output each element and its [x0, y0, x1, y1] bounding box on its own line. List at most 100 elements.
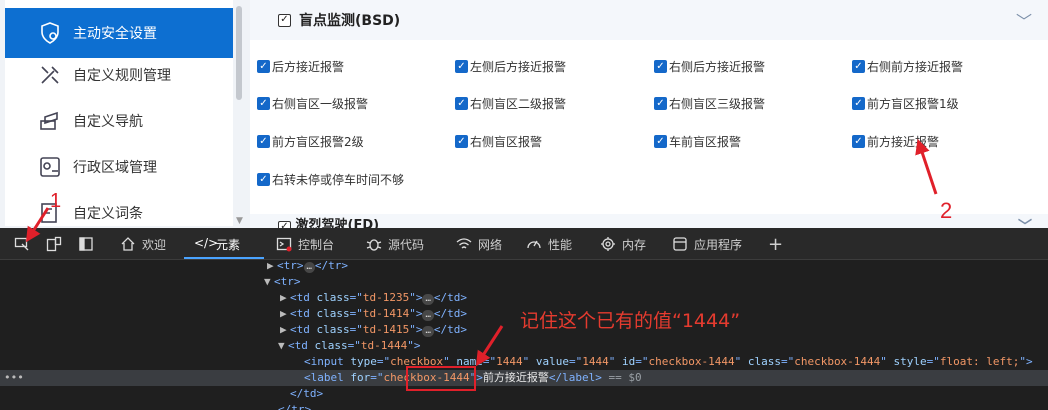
- option-checkbox-item[interactable]: ✓ 右侧后方接近报警: [654, 57, 765, 75]
- option-checkbox-item[interactable]: ✓ 右侧前方接近报警: [852, 57, 963, 75]
- tab-application[interactable]: 应用程序: [672, 234, 742, 254]
- rule-tools-icon: [37, 62, 63, 88]
- expand-triangle-icon[interactable]: ▶: [280, 290, 290, 306]
- expand-triangle-icon[interactable]: ▶: [280, 306, 290, 322]
- dom-node[interactable]: ▶ <tr>… </tr>: [0, 258, 1048, 274]
- checkbox-checked-icon[interactable]: ✓: [257, 96, 270, 110]
- app-icon: [673, 237, 687, 251]
- checkbox-checked-icon[interactable]: ✓: [257, 134, 270, 148]
- option-checkbox-item[interactable]: ✓ 右侧盲区报警: [455, 132, 542, 150]
- option-checkbox-item[interactable]: ✓ 右侧盲区一级报警: [257, 94, 368, 112]
- checkbox-checked-icon[interactable]: ✓: [852, 59, 865, 73]
- checkbox-checked-icon[interactable]: ✓: [455, 96, 468, 110]
- option-checkbox-item[interactable]: ✓ 左侧后方接近报警: [455, 57, 566, 75]
- sidebar-item-rules[interactable]: 自定义规则管理: [5, 52, 233, 98]
- tab-memory[interactable]: 内存: [600, 234, 646, 254]
- ellipsis-icon[interactable]: …: [422, 326, 434, 337]
- dom-node[interactable]: </tr>: [0, 402, 1048, 410]
- dom-node-input[interactable]: <input type="checkbox" name="1444" value…: [0, 354, 1048, 370]
- collapse-triangle-icon[interactable]: ▼: [278, 338, 288, 354]
- option-label: 后方接近报警: [272, 59, 345, 74]
- option-label: 右侧盲区三级报警: [669, 96, 766, 111]
- bug-icon: [366, 239, 382, 251]
- tab-console[interactable]: 控制台: [276, 234, 334, 254]
- shield-gear-icon: [37, 20, 63, 46]
- option-checkbox-item[interactable]: ✓ 前方盲区报警2级: [257, 132, 364, 150]
- checkbox-checked-icon[interactable]: ✓: [257, 59, 270, 73]
- dom-tree[interactable]: ▶ <tr>… </tr> ▼ <tr> ▶ <td class="td-1235">……: [0, 258, 1048, 410]
- option-checkbox-item[interactable]: ✓ 右转未停或停车时间不够: [257, 170, 404, 188]
- add-tab-icon[interactable]: +: [768, 234, 783, 255]
- chevron-down-icon[interactable]: ﹀: [1016, 8, 1032, 32]
- tab-sources[interactable]: 源代码: [366, 234, 424, 254]
- sidebar-item-active-safety[interactable]: 主动安全设置: [5, 8, 233, 58]
- annotation-marker-2: 2: [940, 198, 953, 223]
- more-options-icon[interactable]: •••: [4, 370, 24, 386]
- scrollbar-thumb[interactable]: [236, 6, 242, 100]
- ellipsis-icon[interactable]: …: [422, 294, 434, 305]
- sidebar-scrollbar[interactable]: ▼: [236, 0, 244, 228]
- dom-node-label-selected[interactable]: ••• <label for="checkbox-1444">前方接近报警</l…: [0, 370, 1048, 386]
- sidebar-item-region[interactable]: 行政区域管理: [5, 144, 233, 190]
- option-label: 左侧后方接近报警: [470, 59, 567, 74]
- option-checkbox-item[interactable]: ✓ 右侧盲区二级报警: [455, 94, 566, 112]
- devtools-toolbar: 欢迎 </> 元素 控制台 源代码 网络 性能 内存 应用程序 +: [0, 228, 1048, 260]
- option-label: 右侧盲区报警: [470, 134, 543, 149]
- annotation-note: 记住这个已有的值“1444”: [520, 310, 741, 332]
- chip-icon: [601, 237, 615, 251]
- collapse-triangle-icon[interactable]: ▼: [264, 274, 274, 290]
- option-checkbox-item[interactable]: ✓ 前方盲区报警1级: [852, 94, 959, 112]
- app-window: 主动安全设置 自定义规则管理 自定义导航 行政区域管理 自定义词条 ▼ ✓ 盲点…: [0, 0, 1048, 228]
- checkbox-checked-icon[interactable]: ✓: [852, 96, 865, 110]
- checkbox-checked-icon[interactable]: ✓: [654, 134, 667, 148]
- chevron-down-icon[interactable]: ﹀: [1018, 216, 1032, 228]
- dom-node[interactable]: ▼ <tr>: [0, 274, 1048, 290]
- inspect-element-button[interactable]: [14, 234, 36, 254]
- checkbox-checked-icon[interactable]: ✓: [852, 134, 865, 148]
- ellipsis-icon[interactable]: …: [422, 310, 434, 321]
- section-title: 盲点监测(BSD): [299, 13, 401, 29]
- section-header-bsd[interactable]: ✓ 盲点监测(BSD) ﹀: [250, 0, 1048, 40]
- tab-performance[interactable]: 性能: [526, 234, 572, 254]
- panel-toggle-button[interactable]: [78, 234, 100, 254]
- section-checkbox[interactable]: ✓: [278, 13, 291, 27]
- region-map-icon: [37, 154, 63, 180]
- checkbox-checked-icon[interactable]: ✓: [257, 172, 270, 186]
- option-checkbox-item[interactable]: ✓ 车前盲区报警: [654, 132, 741, 150]
- option-checkbox-item[interactable]: ✓ 前方接近报警: [852, 132, 939, 150]
- annotation-highlight-box: [406, 366, 476, 391]
- tab-label: 元素: [216, 237, 241, 252]
- tab-label: 性能: [548, 237, 573, 252]
- section-title: 激烈驾驶(FD): [295, 218, 380, 228]
- sidebar-item-navigation[interactable]: 自定义导航: [5, 98, 233, 144]
- device-emulation-icon: [46, 236, 62, 252]
- tab-label: 控制台: [298, 237, 335, 252]
- checkbox-checked-icon[interactable]: ✓: [654, 59, 667, 73]
- sidebar-item-dictionary[interactable]: 自定义词条: [5, 190, 233, 226]
- ellipsis-icon[interactable]: …: [303, 262, 315, 273]
- tab-elements[interactable]: </> 元素: [194, 234, 240, 254]
- checkbox-checked-icon[interactable]: ✓: [654, 96, 667, 110]
- checkbox-checked-icon[interactable]: ✓: [455, 59, 468, 73]
- option-checkbox-item[interactable]: ✓ 右侧盲区三级报警: [654, 94, 765, 112]
- option-label: 前方接近报警: [867, 134, 940, 149]
- tab-welcome[interactable]: 欢迎: [120, 234, 166, 254]
- expand-triangle-icon[interactable]: ▶: [280, 322, 290, 338]
- sidebar: 主动安全设置 自定义规则管理 自定义导航 行政区域管理 自定义词条: [5, 0, 233, 226]
- dom-node[interactable]: ▶ <td class="td-1235">… </td>: [0, 290, 1048, 306]
- sidebar-item-label: 主动安全设置: [73, 26, 157, 42]
- dom-node[interactable]: ▼ <td class="td-1444">: [0, 338, 1048, 354]
- tab-network[interactable]: 网络: [456, 234, 502, 254]
- expand-triangle-icon[interactable]: ▶: [267, 258, 277, 274]
- section-checkbox[interactable]: ✓: [278, 221, 291, 228]
- dom-node[interactable]: </td>: [0, 386, 1048, 402]
- option-label: 右侧盲区一级报警: [272, 96, 369, 111]
- section-header-fd[interactable]: ✓ 激烈驾驶(FD) ﹀: [250, 214, 1048, 228]
- wifi-icon: [456, 238, 472, 249]
- device-emulation-button[interactable]: [46, 234, 68, 254]
- scroll-down-arrow-icon[interactable]: ▼: [236, 216, 243, 226]
- tab-label: 网络: [478, 237, 503, 252]
- sidebar-item-label: 自定义导航: [73, 114, 143, 130]
- checkbox-checked-icon[interactable]: ✓: [455, 134, 468, 148]
- option-checkbox-item[interactable]: ✓ 后方接近报警: [257, 57, 344, 75]
